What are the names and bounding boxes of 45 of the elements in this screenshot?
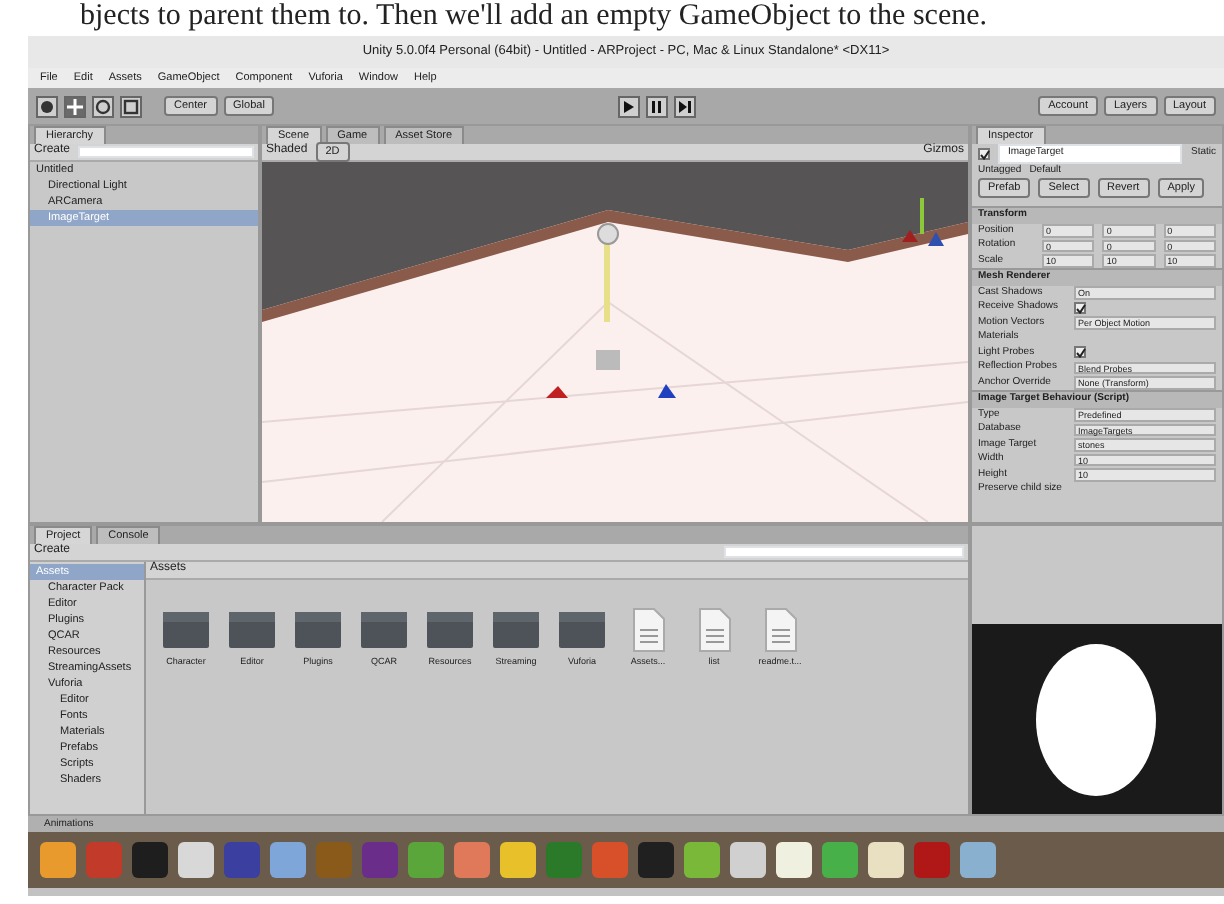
hand-icon: [38, 97, 56, 115]
step-icon: [675, 97, 694, 115]
folder-icon[interactable]: [360, 608, 408, 652]
taskbar-app-icon[interactable]: [178, 842, 214, 878]
folder-icon[interactable]: [492, 608, 540, 652]
pause-button[interactable]: [645, 95, 668, 117]
taskbar-app-icon[interactable]: [868, 842, 904, 878]
taskbar-app-icon[interactable]: [500, 842, 536, 878]
taskbar-app-icon[interactable]: [822, 842, 858, 878]
taskbar-app-icon[interactable]: [776, 842, 812, 878]
taskbar-app-icon[interactable]: [132, 842, 168, 878]
checkbox[interactable]: [1074, 346, 1086, 359]
scale-tool-button[interactable]: [120, 95, 142, 117]
taskbar-app-icon[interactable]: [684, 842, 720, 878]
folder-icon[interactable]: [162, 608, 210, 652]
taskbar-app-icon[interactable]: [730, 842, 766, 878]
document-text: bjects to parent them to. Then we'll add an empty GameObject to the scene.: [78, 0, 990, 36]
taskbar-app-icon[interactable]: [960, 842, 996, 878]
active-checkbox[interactable]: [978, 147, 990, 160]
taskbar-app-icon[interactable]: [270, 842, 306, 878]
search-field[interactable]: [78, 146, 254, 158]
check-icon: [980, 149, 990, 160]
checkbox[interactable]: [1074, 301, 1086, 314]
hand-tool-button[interactable]: [36, 95, 58, 117]
play-icon: [619, 97, 638, 115]
play-button[interactable]: [617, 95, 640, 117]
rotate-tool-button[interactable]: [92, 95, 114, 117]
folder-icon[interactable]: [558, 608, 606, 652]
taskbar-app-icon[interactable]: [592, 842, 628, 878]
folder-icon[interactable]: [294, 608, 342, 652]
check-icon: [1076, 303, 1086, 314]
taskbar-app-icon[interactable]: [408, 842, 444, 878]
taskbar-app-icon[interactable]: [638, 842, 674, 878]
rotate-icon: [94, 97, 112, 115]
search-field[interactable]: [724, 546, 964, 558]
move-tool-button[interactable]: [64, 95, 86, 117]
taskbar-app-icon[interactable]: [454, 842, 490, 878]
taskbar-app-icon[interactable]: [40, 842, 76, 878]
move-icon: [66, 97, 84, 115]
pause-icon: [647, 97, 666, 115]
folder-icon[interactable]: [228, 608, 276, 652]
scale-icon: [122, 97, 140, 115]
folder-icon[interactable]: [426, 608, 474, 652]
check-icon: [1076, 348, 1086, 359]
step-button[interactable]: [673, 95, 696, 117]
